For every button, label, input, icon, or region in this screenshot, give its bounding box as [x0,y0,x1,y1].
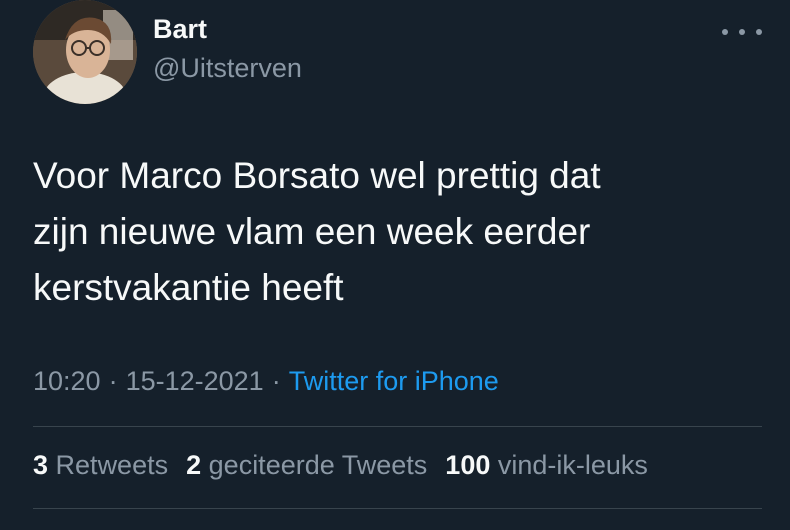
retweets-count: 3 [33,450,49,480]
meta-separator: · [271,366,281,396]
likes-label: vind-ik-leuks [497,450,648,480]
author-display-name[interactable]: Bart [153,14,207,45]
more-options-icon [739,29,745,35]
tweet-text: Voor Marco Borsato wel prettig dat zijn … [33,148,753,316]
tweet-stats: 3 Retweets 2 geciteerde Tweets 100 vind-ik… [33,450,666,481]
quotes-count: 2 [186,450,202,480]
quotes-label: geciteerde Tweets [208,450,428,480]
avatar[interactable] [33,0,137,104]
tweet-meta: 10:20 · 15-12-2021 · Twitter for iPhone [33,366,499,397]
avatar-photo [33,0,137,104]
retweets-stat[interactable]: 3 Retweets [33,450,168,480]
likes-stat[interactable]: 100 vind-ik-leuks [445,450,648,480]
tweet-date[interactable]: 15-12-2021 [126,366,264,396]
more-options-icon [722,29,728,35]
tweet-time[interactable]: 10:20 [33,366,101,396]
tweet-text-line: kerstvakantie heeft [33,267,344,308]
meta-separator: · [108,366,118,396]
tweet-detail: Bart @Uitsterven Voor Marco Borsato wel … [0,0,790,530]
more-options-button[interactable] [722,22,762,42]
retweets-label: Retweets [55,450,169,480]
divider [33,426,762,427]
divider [33,508,762,509]
tweet-text-line: zijn nieuwe vlam een week eerder [33,211,591,252]
more-options-icon [756,29,762,35]
author-handle[interactable]: @Uitsterven [153,53,302,84]
tweet-source-link[interactable]: Twitter for iPhone [289,366,499,396]
tweet-text-line: Voor Marco Borsato wel prettig dat [33,155,601,196]
likes-count: 100 [445,450,491,480]
quotes-stat[interactable]: 2 geciteerde Tweets [186,450,427,480]
